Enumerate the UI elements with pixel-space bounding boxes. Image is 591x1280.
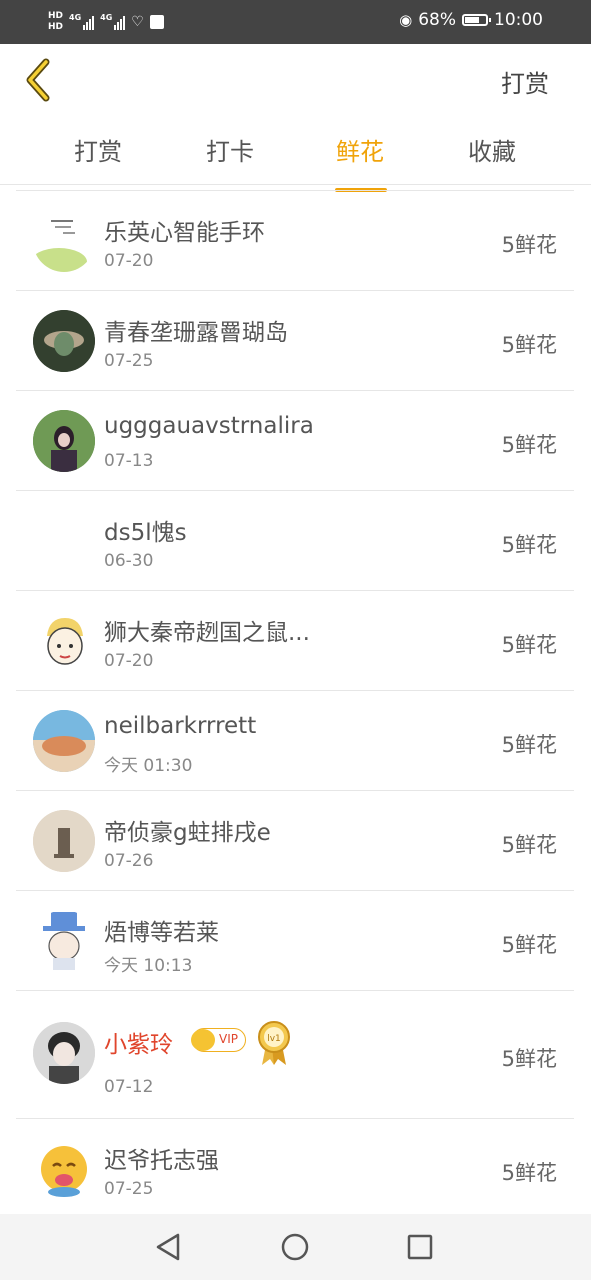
notification-icon — [149, 15, 164, 29]
tab-tip[interactable]: 打赏 — [48, 132, 148, 167]
list-item[interactable]: 帝侦豪g蛀排戌e 07-26 5鲜花 — [16, 791, 574, 891]
avatar[interactable] — [33, 1022, 95, 1084]
user-name: 小紫玲 — [104, 1032, 173, 1058]
tip-button[interactable]: 打赏 — [501, 64, 549, 99]
item-date: 今天 10:13 — [104, 956, 193, 976]
flower-amount: 5鲜花 — [501, 733, 557, 757]
level-medal-icon: lv1 — [256, 1019, 292, 1067]
back-arrow-icon — [26, 58, 50, 102]
shield-icon: ♡ — [131, 14, 144, 30]
nav-recents-button[interactable] — [403, 1230, 437, 1264]
triangle-back-icon — [156, 1233, 180, 1261]
tab-bar: 打赏 打卡 鲜花 收藏 — [0, 118, 591, 192]
item-date: 07-12 — [104, 1077, 154, 1097]
avatar[interactable] — [33, 310, 95, 372]
avatar[interactable] — [33, 710, 95, 772]
signal-icon: 4G — [69, 13, 95, 30]
flower-amount: 5鲜花 — [501, 633, 557, 657]
list-item[interactable]: 狮大秦帝趔国之鼠... 07-20 5鲜花 — [16, 591, 574, 691]
hd-label-1: HD — [48, 11, 64, 21]
header: 打赏 — [0, 44, 591, 118]
status-left: HD HD 4G 4G ♡ — [48, 6, 164, 38]
user-name: 帝侦豪g蛀排戌e — [104, 820, 271, 846]
clock: 10:00 — [494, 10, 543, 30]
avatar[interactable] — [33, 910, 95, 972]
avatar-image — [41, 1146, 87, 1197]
tab-checkin[interactable]: 打卡 — [180, 132, 280, 167]
tab-flowers-label: 鲜花 — [336, 138, 384, 166]
item-date: 07-26 — [104, 851, 154, 871]
list-item[interactable]: ugggauavstrnalira 07-13 5鲜花 — [16, 391, 574, 491]
avatar[interactable] — [33, 810, 95, 872]
user-name: ds5l愧s — [104, 520, 187, 546]
list-item[interactable]: neilbarkrrrett 今天 01:30 5鲜花 — [16, 691, 574, 791]
flower-list: 乐英心智能手环 07-20 5鲜花 青春垄珊露罾瑚岛 07-25 5鲜花 ugg… — [16, 190, 574, 1218]
item-date: 今天 01:30 — [104, 756, 193, 776]
list-item[interactable]: 青春垄珊露罾瑚岛 07-25 5鲜花 — [16, 291, 574, 391]
list-item[interactable]: 迟爷托志强 07-25 5鲜花 — [16, 1119, 574, 1218]
avatar-image — [33, 1022, 95, 1084]
nav-home-button[interactable] — [278, 1230, 312, 1264]
flower-amount: 5鲜花 — [501, 1047, 557, 1071]
nav-back-button[interactable] — [152, 1230, 186, 1264]
battery-percent: 68% — [418, 10, 456, 30]
flower-amount: 5鲜花 — [501, 333, 557, 357]
user-name: 迟爷托志强 — [104, 1148, 219, 1174]
list-item[interactable]: ds5l愧s 06-30 5鲜花 — [16, 491, 574, 591]
item-date: 07-13 — [104, 451, 154, 471]
flower-amount: 5鲜花 — [501, 933, 557, 957]
item-date: 07-25 — [104, 351, 154, 371]
avatar-image — [43, 912, 85, 970]
avatar-image — [33, 220, 87, 272]
avatar-image — [33, 710, 95, 772]
battery-icon — [462, 14, 491, 26]
item-date: 07-25 — [104, 1179, 154, 1199]
vip-badge: VIP — [191, 1028, 246, 1052]
circle-home-icon — [281, 1233, 309, 1261]
item-date: 07-20 — [104, 251, 154, 271]
avatar-image — [33, 810, 95, 872]
list-item[interactable]: 乐英心智能手环 07-20 5鲜花 — [16, 191, 574, 291]
user-name: 乐英心智能手环 — [104, 220, 265, 246]
avatar-image — [33, 310, 95, 372]
item-date: 07-20 — [104, 651, 154, 671]
avatar[interactable] — [33, 610, 95, 672]
user-name: neilbarkrrrett — [104, 713, 257, 739]
avatar-image — [33, 410, 95, 472]
user-name: 狮大秦帝趔国之鼠... — [104, 620, 310, 646]
flower-amount: 5鲜花 — [501, 233, 557, 257]
flower-amount: 5鲜花 — [501, 433, 557, 457]
avatar[interactable] — [33, 410, 95, 472]
user-name: 焐博等若莱 — [104, 920, 219, 946]
user-name: 青春垄珊露罾瑚岛 — [104, 320, 288, 346]
flower-amount: 5鲜花 — [501, 1161, 557, 1185]
avatar[interactable] — [33, 210, 95, 272]
crown-icon — [191, 1029, 215, 1051]
back-button[interactable] — [18, 56, 62, 104]
list-item[interactable]: 小紫玲 VIP lv1 07-12 5鲜花 — [16, 991, 574, 1119]
flower-amount: 5鲜花 — [501, 533, 557, 557]
square-recents-icon — [407, 1234, 433, 1260]
avatar-image — [47, 618, 83, 665]
hd-indicator: HD HD — [48, 11, 63, 33]
user-name: ugggauavstrnalira — [104, 413, 314, 439]
hd-label-2: HD — [48, 22, 64, 32]
flower-amount: 5鲜花 — [501, 833, 557, 857]
network-label-2: 4G — [100, 13, 113, 22]
system-nav-bar — [0, 1214, 591, 1280]
level-label: lv1 — [267, 1034, 281, 1044]
network-label-1: 4G — [69, 13, 82, 22]
avatar[interactable] — [33, 1138, 95, 1200]
eye-icon: ◉ — [399, 11, 413, 29]
tab-flowers[interactable]: 鲜花 — [310, 132, 410, 192]
signal-icon-2: 4G — [100, 13, 126, 30]
status-bar: HD HD 4G 4G ♡ ◉ 68% 10:00 — [0, 0, 591, 44]
status-right: ◉ 68% 10:00 — [399, 10, 543, 30]
tab-favorites[interactable]: 收藏 — [442, 132, 542, 167]
vip-label: VIP — [219, 1032, 238, 1046]
item-date: 06-30 — [104, 551, 154, 571]
list-item[interactable]: 焐博等若莱 今天 10:13 5鲜花 — [16, 891, 574, 991]
